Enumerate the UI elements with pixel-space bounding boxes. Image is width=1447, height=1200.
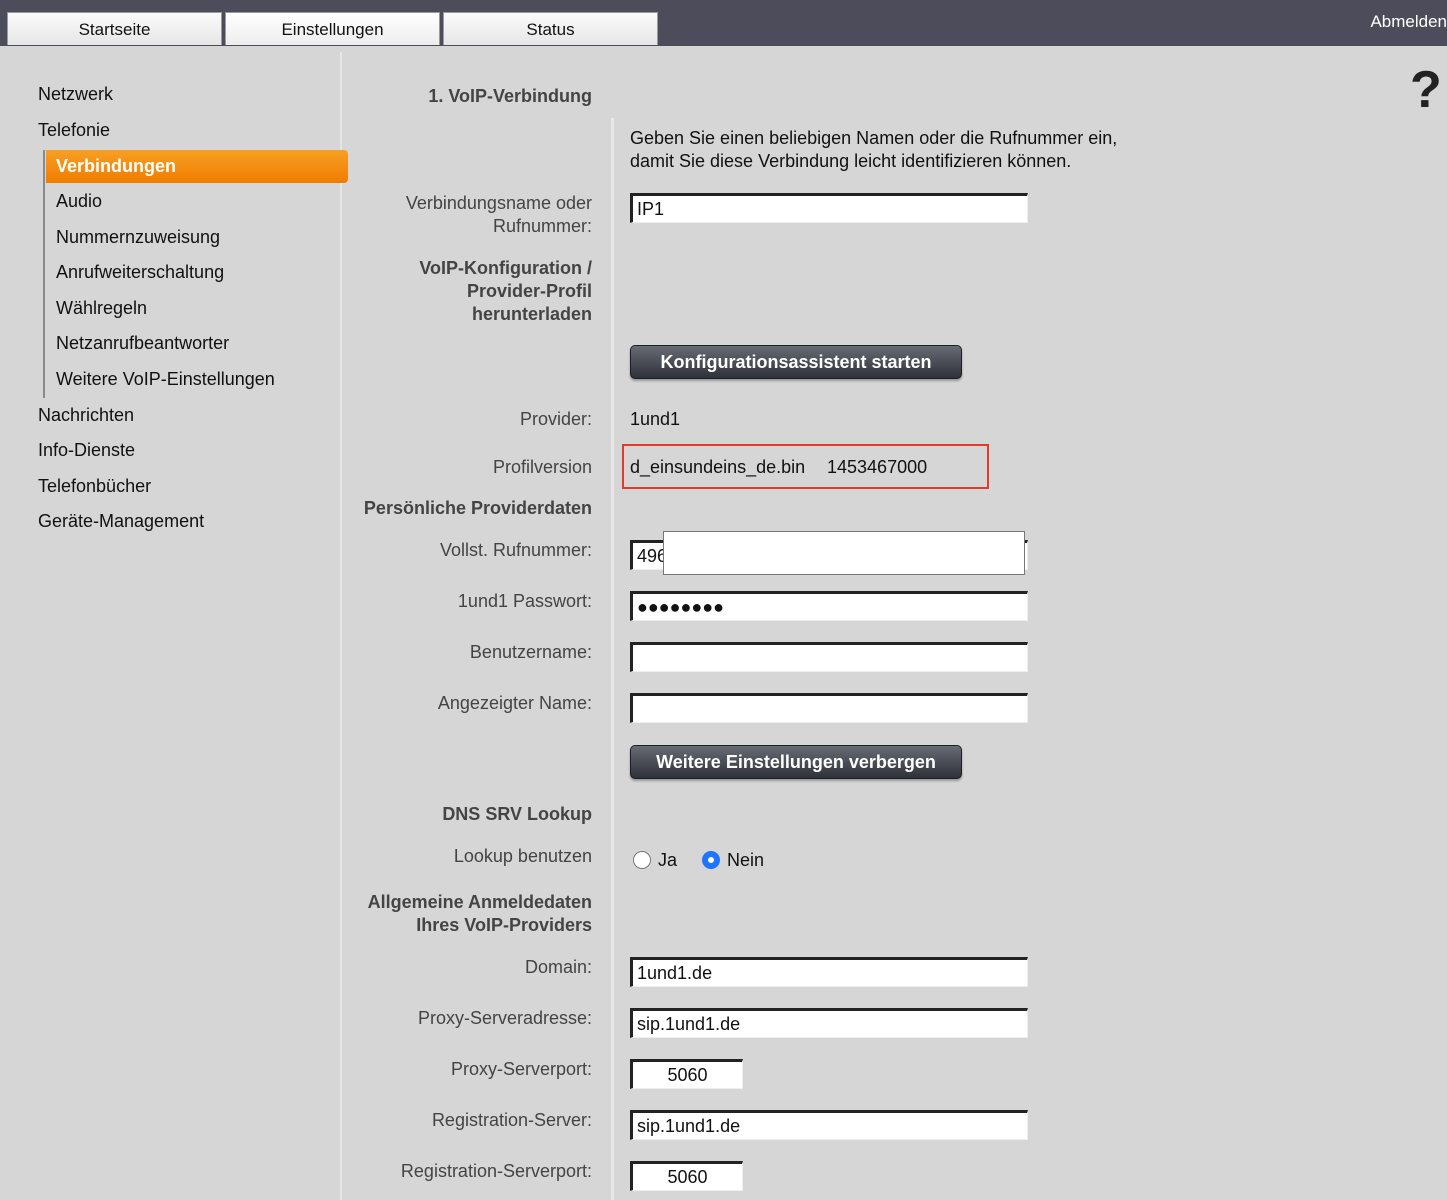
tab-einstellungen[interactable]: Einstellungen (225, 12, 440, 45)
sidebar (8, 52, 342, 1200)
profile-version-label: Profilversion (492, 457, 592, 477)
display-name-input[interactable] (630, 693, 1028, 723)
personal-data-heading: Persönliche Providerdaten (363, 498, 592, 518)
intro-text-line1: Geben Sie einen beliebigen Namen oder di… (630, 128, 1118, 148)
sidebar-item-info-dienste[interactable]: Info-Dienste (38, 440, 135, 461)
provider-label: Provider: (519, 409, 592, 429)
proxy-server-input[interactable] (630, 1008, 1028, 1038)
sidebar-item-telefonie[interactable]: Telefonie (38, 120, 110, 141)
voip-config-label-line2: Provider-Profil (466, 281, 592, 301)
sidebar-subtree-line (43, 150, 45, 398)
highlight-annotation-box (622, 444, 989, 489)
intro-text-line2: damit Sie diese Verbindung leicht identi… (630, 151, 1072, 171)
connection-name-label-line2: Rufnummer: (492, 216, 592, 236)
dns-srv-heading: DNS SRV Lookup (442, 804, 592, 824)
redaction-overlay (663, 531, 1025, 575)
lookup-yes-label[interactable]: Ja (658, 849, 677, 872)
lookup-label: Lookup benutzen (453, 846, 592, 866)
lookup-no-label[interactable]: Nein (727, 849, 764, 872)
section-title: 1. VoIP-Verbindung (428, 86, 592, 106)
general-login-heading-line2: Ihres VoIP-Providers (416, 915, 592, 935)
help-icon[interactable]: ? (1410, 60, 1442, 120)
sidebar-item-geraete-management[interactable]: Geräte-Management (38, 511, 204, 532)
hide-settings-button[interactable]: Weitere Einstellungen verbergen (630, 745, 962, 779)
lookup-no-radio[interactable] (702, 851, 720, 869)
voip-config-label-line3: herunterladen (471, 304, 592, 324)
domain-label: Domain: (524, 957, 592, 977)
sidebar-item-nummernzuweisung[interactable]: Nummernzuweisung (56, 227, 220, 248)
username-label: Benutzername: (469, 642, 592, 662)
lookup-yes-radio[interactable] (633, 851, 651, 869)
sidebar-item-nachrichten[interactable]: Nachrichten (38, 405, 134, 426)
voip-config-label-line1: VoIP-Konfiguration / (419, 258, 592, 278)
proxy-server-label: Proxy-Serveradresse: (417, 1008, 592, 1028)
display-name-label: Angezeigter Name: (437, 693, 592, 713)
sidebar-item-netzanrufbeantworter[interactable]: Netzanrufbeantworter (56, 333, 229, 354)
connection-name-input[interactable] (630, 193, 1028, 223)
sidebar-item-telefonbuecher[interactable]: Telefonbücher (38, 476, 151, 497)
sidebar-item-verbindungen[interactable]: Verbindungen (46, 150, 348, 183)
registration-server-label: Registration-Server: (431, 1110, 592, 1130)
sidebar-item-anrufweiterschaltung[interactable]: Anrufweiterschaltung (56, 262, 224, 283)
form-column-divider (611, 118, 614, 1200)
logout-link[interactable]: Abmelden (1370, 12, 1447, 32)
config-wizard-button[interactable]: Konfigurationsassistent starten (630, 345, 962, 379)
sidebar-item-audio[interactable]: Audio (56, 191, 102, 212)
password-input[interactable] (630, 591, 1028, 621)
tab-startseite[interactable]: Startseite (7, 12, 222, 45)
domain-input[interactable] (630, 957, 1028, 987)
username-input[interactable] (630, 642, 1028, 672)
registration-port-label: Registration-Serverport: (400, 1161, 592, 1181)
general-login-heading-line1: Allgemeine Anmeldedaten (367, 892, 592, 912)
registration-server-input[interactable] (630, 1110, 1028, 1140)
proxy-port-input[interactable] (630, 1059, 743, 1089)
connection-name-label-line1: Verbindungsname oder (405, 193, 592, 213)
password-label: 1und1 Passwort: (457, 591, 592, 611)
provider-value: 1und1 (630, 409, 681, 429)
registration-port-input[interactable] (630, 1161, 743, 1191)
tab-status[interactable]: Status (443, 12, 658, 45)
phone-number-label: Vollst. Rufnummer: (439, 540, 592, 560)
sidebar-item-weitere-voip[interactable]: Weitere VoIP-Einstellungen (56, 369, 275, 390)
sidebar-item-waehlregeln[interactable]: Wählregeln (56, 298, 147, 319)
proxy-port-label: Proxy-Serverport: (450, 1059, 592, 1079)
sidebar-item-netzwerk[interactable]: Netzwerk (38, 84, 113, 105)
